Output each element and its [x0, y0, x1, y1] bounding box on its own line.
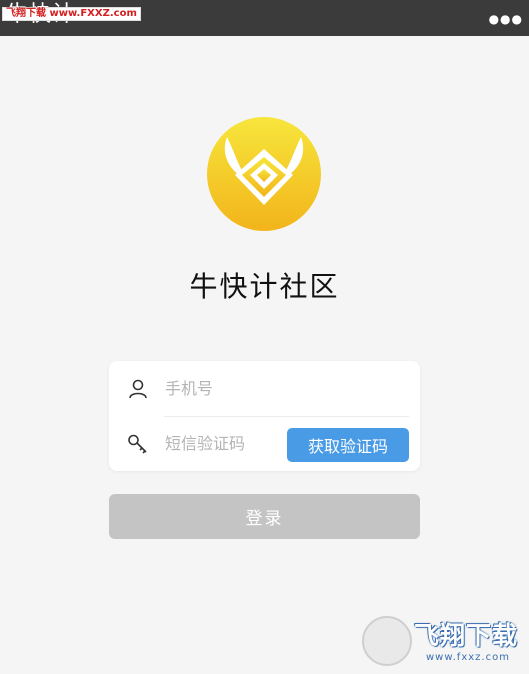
- watermark-logo-icon: [362, 616, 412, 666]
- watermark-top: 飞翔下载 www.FXXZ.com: [2, 7, 141, 21]
- app-name: 牛快计社区: [189, 270, 340, 303]
- ellipsis-icon[interactable]: ●●●: [489, 13, 523, 25]
- login-button[interactable]: 登录: [109, 494, 420, 539]
- top-bar: 牛快计 飞翔下载 www.FXXZ.com ●●●: [0, 0, 529, 36]
- watermark-text: 飞翔下载: [414, 621, 519, 650]
- phone-row: [109, 361, 420, 415]
- phone-input[interactable]: [165, 373, 395, 403]
- sms-code-input[interactable]: [165, 428, 285, 458]
- code-row: 获取验证码: [109, 416, 420, 470]
- user-icon: [129, 379, 147, 399]
- watermark-url: www.fxxz.com: [426, 652, 510, 663]
- get-code-button[interactable]: 获取验证码: [287, 428, 409, 462]
- login-card: 获取验证码: [109, 361, 420, 471]
- watermark-bottom: 飞翔下载 www.fxxz.com: [360, 612, 525, 670]
- key-icon: [128, 434, 147, 454]
- logo-icon: [207, 117, 321, 231]
